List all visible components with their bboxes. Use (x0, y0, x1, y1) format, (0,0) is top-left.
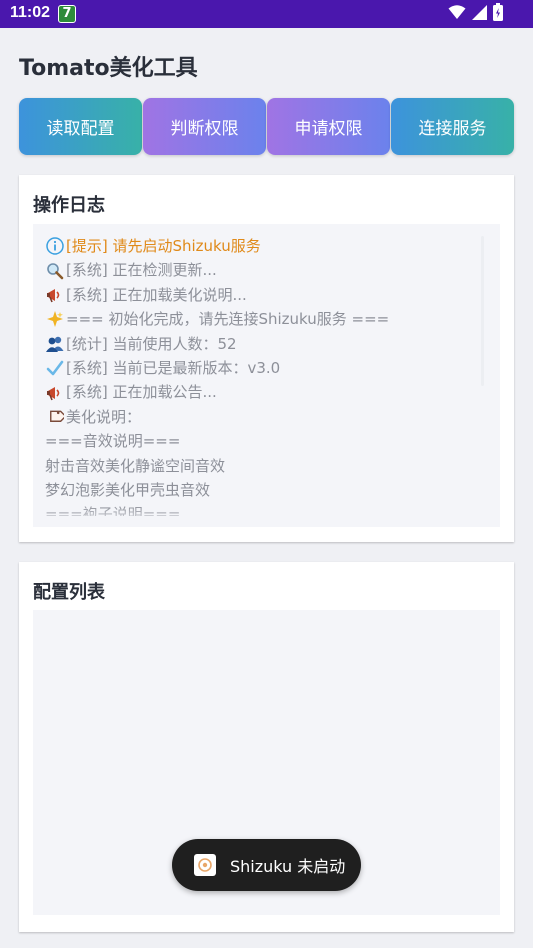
log-line: [提示] 请先启动Shizuku服务 (45, 234, 485, 258)
wifi-icon (448, 4, 466, 24)
log-line-text: ===音效说明=== (45, 432, 181, 451)
log-line: 梦幻泡影美化甲壳虫音效 (45, 478, 485, 502)
log-line-text: [系统] 正在加载公告... (66, 383, 217, 402)
log-fade (33, 505, 500, 527)
action-button-row: 读取配置 判断权限 申请权限 连接服务 (19, 98, 514, 155)
signal-icon (472, 4, 487, 24)
request-permission-button[interactable]: 申请权限 (267, 98, 390, 155)
log-line: [统计] 当前使用人数：52 (45, 332, 485, 356)
toast-text: Shizuku 未启动 (230, 857, 346, 876)
connect-service-button[interactable]: 连接服务 (391, 98, 514, 155)
operation-log-title: 操作日志 (33, 195, 105, 216)
info-icon (45, 236, 65, 256)
battery-icon (493, 3, 503, 25)
log-line-text: 美化说明： (66, 407, 142, 426)
status-bar: 11:02 7 (0, 0, 533, 28)
app-icon (194, 854, 216, 876)
checkmark-icon (45, 358, 65, 378)
log-line: 射击音效美化静谧空间音效 (45, 454, 485, 478)
log-line: ===音效说明=== (45, 429, 485, 453)
toast: Shizuku 未启动 (172, 839, 361, 891)
read-config-button[interactable]: 读取配置 (19, 98, 142, 155)
megaphone-icon (45, 383, 65, 403)
log-line-text: 梦幻泡影美化甲壳虫音效 (45, 480, 211, 499)
log-scrollbar[interactable] (481, 236, 484, 386)
operation-log-card: 操作日志 [提示] 请先启动Shizuku服务 [系统] 正在检测更新... [系统… (19, 175, 514, 542)
status-icons (448, 3, 503, 25)
log-line-text: [系统] 正在加载美化说明... (66, 285, 247, 304)
log-line-text: [统计] 当前使用人数：52 (66, 334, 237, 353)
log-line-text: 射击音效美化静谧空间音效 (45, 456, 226, 475)
log-box[interactable]: [提示] 请先启动Shizuku服务 [系统] 正在检测更新... [系统] 正在加… (33, 224, 500, 527)
log-line-text: === 初始化完成，请先连接Shizuku服务 === (66, 310, 390, 329)
log-line: 美化说明： (45, 405, 485, 429)
log-line-text: [提示] 请先启动Shizuku服务 (66, 237, 261, 255)
notification-badge: 7 (58, 5, 76, 23)
log-line-text: [系统] 正在检测更新... (66, 261, 217, 280)
tag-icon (45, 407, 65, 427)
log-line: [系统] 当前已是最新版本：v3.0 (45, 356, 485, 380)
check-permission-button[interactable]: 判断权限 (143, 98, 266, 155)
config-list-title: 配置列表 (33, 582, 105, 603)
log-list: [提示] 请先启动Shizuku服务 [系统] 正在检测更新... [系统] 正在加… (45, 234, 485, 516)
app-title: Tomato美化工具 (19, 56, 198, 81)
log-line: [系统] 正在加载公告... (45, 380, 485, 404)
magnifier-icon (45, 261, 65, 281)
users-icon (45, 334, 65, 354)
status-time: 11:02 (10, 4, 51, 21)
log-line: [系统] 正在检测更新... (45, 258, 485, 282)
megaphone-icon (45, 285, 65, 305)
sparkle-icon (45, 309, 65, 329)
log-line: [系统] 正在加载美化说明... (45, 283, 485, 307)
log-line-text: [系统] 当前已是最新版本：v3.0 (66, 358, 281, 377)
log-line: === 初始化完成，请先连接Shizuku服务 === (45, 307, 485, 331)
